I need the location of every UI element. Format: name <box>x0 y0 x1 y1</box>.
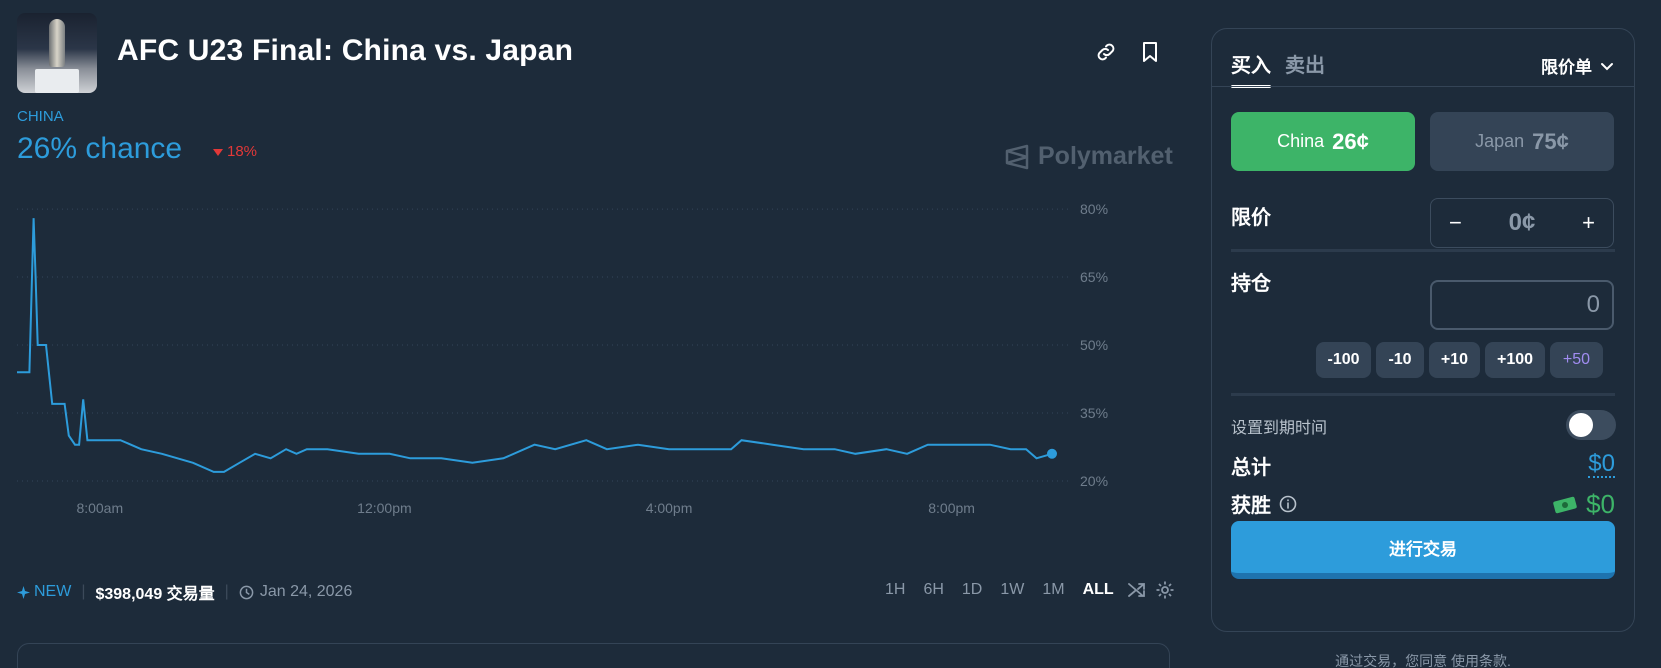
limit-price-value[interactable]: 0¢ <box>1509 209 1536 237</box>
win-value: $0 <box>1586 489 1615 519</box>
chart-settings-button[interactable] <box>1151 580 1179 600</box>
sparkle-icon <box>17 585 30 599</box>
win-amount: $0 <box>1552 489 1615 520</box>
total-value[interactable]: $0 <box>1588 452 1615 478</box>
order-type-label: 限价单 <box>1541 58 1592 77</box>
trophy-base <box>35 69 79 93</box>
yes-outcome-price: 26¢ <box>1332 128 1369 154</box>
y-tick-label: 35% <box>1080 405 1108 421</box>
range-all[interactable]: ALL <box>1074 581 1123 599</box>
limit-price-label: 限价 <box>1231 207 1271 229</box>
volume-text: $398,049 交易量 <box>95 586 215 603</box>
shares-label: 持仓 <box>1231 273 1271 295</box>
range-6h[interactable]: 6H <box>914 581 952 599</box>
info-icon[interactable] <box>1279 495 1297 513</box>
range-1h[interactable]: 1H <box>876 581 914 599</box>
change-badge: 18% <box>212 143 257 160</box>
link-icon[interactable] <box>1094 40 1118 64</box>
clock-icon <box>239 585 254 599</box>
trade-panel: 买入 卖出 限价单 China 26¢ Japan 75¢ 限价 − 0¢ + … <box>1211 28 1635 632</box>
win-row: 获胜 <box>1231 489 1297 518</box>
page-title: AFC U23 Final: China vs. Japan <box>117 34 574 67</box>
shares-quick-adjust: -100 -10 +10 +100 +50 <box>1316 342 1603 378</box>
chart-current-dot <box>1047 448 1057 459</box>
shares-minus-100-button[interactable]: -100 <box>1316 342 1371 378</box>
shares-input[interactable] <box>1430 280 1614 330</box>
tab-sell[interactable]: 卖出 <box>1285 49 1325 88</box>
triangle-down-icon <box>213 148 223 156</box>
x-tick-label: 12:00pm <box>357 500 411 516</box>
price-chart[interactable]: 80% 65% 50% 35% 20% 8:00am 12:00pm 4:00pm 8:00p… <box>0 190 1180 550</box>
chance-value: 26% chance <box>17 132 183 165</box>
y-tick-label: 80% <box>1080 201 1108 217</box>
shuffle-button[interactable] <box>1123 580 1151 600</box>
new-badge: NEW <box>17 583 71 601</box>
expiry-toggle[interactable] <box>1566 410 1616 440</box>
shares-minus-10-button[interactable]: -10 <box>1376 342 1424 378</box>
no-outcome-name: Japan <box>1475 131 1525 151</box>
range-1m[interactable]: 1M <box>1033 581 1073 599</box>
end-date-text: Jan 24, 2026 <box>259 583 353 600</box>
yes-outcome-name: China <box>1277 131 1325 151</box>
market-meta: NEW | $398,049 交易量 | Jan 24, 2026 <box>17 580 352 604</box>
outcome-label: CHINA <box>17 108 64 125</box>
gear-icon <box>1156 581 1174 599</box>
new-label: NEW <box>34 583 72 600</box>
limit-increment-button[interactable]: + <box>1582 210 1595 236</box>
x-tick-label: 8:00am <box>76 500 123 516</box>
market-thumbnail <box>17 13 97 93</box>
lower-card <box>17 643 1170 668</box>
expiry-label: 设置到期时间 <box>1231 420 1328 437</box>
end-date: Jan 24, 2026 <box>239 583 353 601</box>
place-trade-button[interactable]: 进行交易 <box>1231 521 1615 579</box>
polymarket-watermark: Polymarket <box>1004 142 1173 171</box>
bookmark-icon[interactable] <box>1138 40 1162 64</box>
money-icon <box>1553 496 1577 513</box>
buy-japan-button[interactable]: Japan 75¢ <box>1430 112 1614 171</box>
buy-china-button[interactable]: China 26¢ <box>1231 112 1415 171</box>
limit-decrement-button[interactable]: − <box>1449 210 1462 236</box>
shares-plus-100-button[interactable]: +100 <box>1485 342 1545 378</box>
brand-name: Polymarket <box>1038 142 1173 170</box>
terms-text[interactable]: 通过交易，您同意 使用条款. <box>1211 651 1635 668</box>
trade-tabs: 买入 卖出 <box>1231 49 1325 88</box>
shares-plus-10-button[interactable]: +10 <box>1429 342 1480 378</box>
tab-buy[interactable]: 买入 <box>1231 49 1271 88</box>
x-tick-label: 4:00pm <box>646 500 693 516</box>
win-label: 获胜 <box>1231 495 1271 517</box>
time-range-selector: 1H 6H 1D 1W 1M ALL <box>876 580 1179 600</box>
shuffle-icon <box>1127 583 1145 597</box>
y-tick-label: 65% <box>1080 269 1108 285</box>
no-outcome-price: 75¢ <box>1532 128 1569 154</box>
chevron-down-icon <box>1601 62 1613 70</box>
polymarket-logo-icon <box>1005 144 1029 169</box>
y-tick-label: 50% <box>1080 337 1108 353</box>
total-label: 总计 <box>1231 457 1271 479</box>
order-type-dropdown[interactable]: 限价单 <box>1541 53 1614 78</box>
x-tick-label: 8:00pm <box>928 500 975 516</box>
shares-plus-50-button[interactable]: +50 <box>1550 342 1603 378</box>
limit-price-stepper: − 0¢ + <box>1430 198 1614 248</box>
trophy-image <box>49 19 65 67</box>
range-1w[interactable]: 1W <box>991 581 1033 599</box>
change-value: 18% <box>227 143 258 160</box>
y-tick-label: 20% <box>1080 473 1108 489</box>
range-1d[interactable]: 1D <box>953 581 991 599</box>
